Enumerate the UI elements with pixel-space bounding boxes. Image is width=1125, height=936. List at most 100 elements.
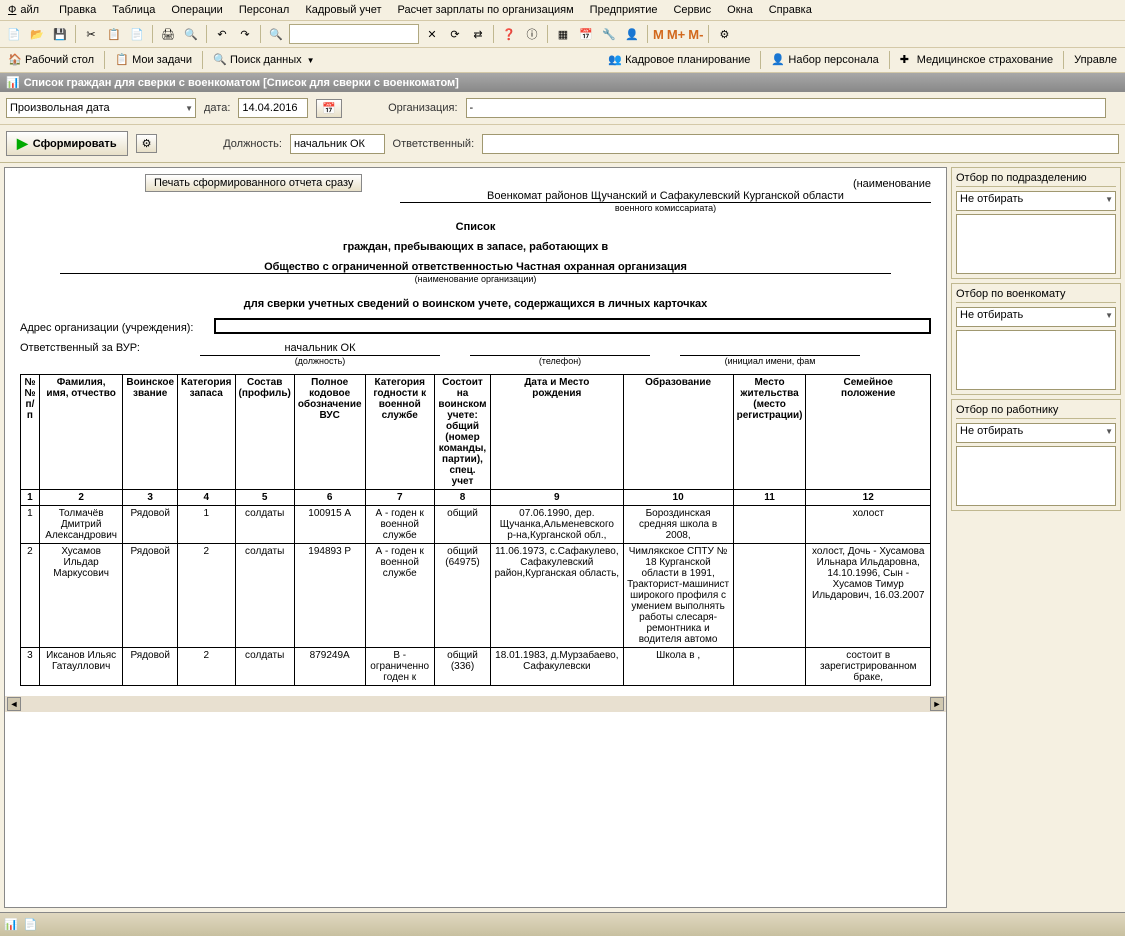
date-picker-icon[interactable]: 📅 <box>316 99 342 118</box>
filter-block-employee: Отбор по работнику Не отбирать <box>951 399 1121 511</box>
info-icon[interactable]: ⓘ <box>522 24 542 44</box>
col-number: 8 <box>434 490 490 506</box>
org-input[interactable]: - <box>466 98 1106 118</box>
resp-vur-label: Ответственный за ВУР: <box>20 342 170 354</box>
tasks-icon: 📋 <box>115 53 129 67</box>
col-number: 5 <box>235 490 294 506</box>
taskbar-item-2[interactable]: 📄 <box>24 918 38 931</box>
table-row: 2Хусамов Ильдар МаркусовичРядовой2солдат… <box>21 544 931 648</box>
scroll-left-icon[interactable]: ◄ <box>7 697 21 711</box>
new-icon[interactable]: 📄 <box>4 24 24 44</box>
tool-icon[interactable]: 🔧 <box>599 24 619 44</box>
menu-hr[interactable]: Кадровый учет <box>301 2 385 18</box>
close-search-icon[interactable]: ✕ <box>422 24 442 44</box>
menu-enterprise[interactable]: Предприятие <box>586 2 662 18</box>
number-row: 123456789101112 <box>21 490 931 506</box>
resp-name-sub: (инициал имени, фам <box>725 356 816 366</box>
preview-icon[interactable]: 🔍 <box>181 24 201 44</box>
menu-file[interactable]: Файл <box>4 2 47 18</box>
cell-rank: Рядовой <box>123 544 178 648</box>
menu-windows[interactable]: Окна <box>723 2 757 18</box>
col-number: 7 <box>365 490 434 506</box>
cell-rank: Рядовой <box>123 648 178 686</box>
cut-icon[interactable]: ✂ <box>81 24 101 44</box>
resp-input[interactable] <box>482 134 1119 154</box>
save-icon[interactable]: 💾 <box>50 24 70 44</box>
post-input[interactable]: начальник ОК <box>290 134 385 154</box>
user-icon[interactable]: 👤 <box>622 24 642 44</box>
resp-label: Ответственный: <box>393 138 475 150</box>
memory-mminus[interactable]: M- <box>688 27 703 42</box>
filter-title-3: Отбор по работнику <box>956 404 1116 419</box>
scroll-right-icon[interactable]: ► <box>930 697 944 711</box>
menu-table[interactable]: Таблица <box>108 2 159 18</box>
cell-fit: А - годен к военной службе <box>365 506 434 544</box>
menu-personnel[interactable]: Персонал <box>235 2 294 18</box>
cell-rank: Рядовой <box>123 506 178 544</box>
memory-m[interactable]: M <box>653 27 664 42</box>
zoom-icon[interactable]: 🔍 <box>266 24 286 44</box>
cell-n: 3 <box>21 648 40 686</box>
col-number: 4 <box>178 490 235 506</box>
col-header: Фамилия, имя, отчество <box>39 375 123 490</box>
cell-vus: 194893 Р <box>294 544 365 648</box>
zoom-combo[interactable] <box>289 24 419 44</box>
main-toolbar: 📄 📂 💾 ✂ 📋 📄 🖨 🔍 ↶ ↷ 🔍 ✕ ⟳ ⇄ ❓ ⓘ ▦ 📅 🔧 👤 … <box>0 21 1125 48</box>
copy-icon[interactable]: 📋 <box>104 24 124 44</box>
nav-icon[interactable]: ⇄ <box>468 24 488 44</box>
report-title-2: граждан, пребывающих в запасе, работающи… <box>20 241 931 253</box>
nav-search[interactable]: 🔍Поиск данных▼ <box>209 51 319 69</box>
print-icon[interactable]: 🖨 <box>158 24 178 44</box>
print-report-button[interactable]: Печать сформированного отчета сразу <box>145 174 362 192</box>
menu-edit[interactable]: Правка <box>55 2 100 18</box>
nav-manage[interactable]: Управле <box>1070 52 1121 68</box>
window-title: Список граждан для сверки с военкоматом … <box>24 77 459 89</box>
filter-combo-1[interactable]: Не отбирать <box>956 191 1116 211</box>
undo-icon[interactable]: ↶ <box>212 24 232 44</box>
nav-desktop[interactable]: 🏠Рабочий стол <box>4 51 98 69</box>
menu-help[interactable]: Справка <box>765 2 816 18</box>
date-input[interactable]: 14.04.2016 <box>238 98 308 118</box>
date-label: дата: <box>204 102 230 114</box>
filter-area-2[interactable] <box>956 330 1116 390</box>
form-button[interactable]: ▶Сформировать <box>6 131 128 156</box>
nav-planning[interactable]: 👥Кадровое планирование <box>604 51 754 69</box>
filter-combo-2[interactable]: Не отбирать <box>956 307 1116 327</box>
open-icon[interactable]: 📂 <box>27 24 47 44</box>
nav-tasks[interactable]: 📋Мои задачи <box>111 51 196 69</box>
side-panel: Отбор по подразделению Не отбирать Отбор… <box>951 167 1121 908</box>
filter-area-1[interactable] <box>956 214 1116 274</box>
settings-icon[interactable]: ⚙ <box>714 24 734 44</box>
refresh-icon[interactable]: ⟳ <box>445 24 465 44</box>
cell-fit: В - ограниченно годен к <box>365 648 434 686</box>
window-title-bar: 📊 Список граждан для сверки с военкомато… <box>0 73 1125 92</box>
cell-comp: солдаты <box>235 544 294 648</box>
redo-icon[interactable]: ↷ <box>235 24 255 44</box>
date-mode-combo[interactable]: Произвольная дата <box>6 98 196 118</box>
calc-icon[interactable]: ▦ <box>553 24 573 44</box>
window-icon: 📊 <box>6 76 20 89</box>
cell-birth: 18.01.1983, д.Мурзабаево, Сафакулевски <box>491 648 624 686</box>
addr-field <box>214 318 932 334</box>
taskbar-item[interactable]: 📊 <box>4 918 18 931</box>
config-button[interactable]: ⚙ <box>136 134 158 153</box>
help-icon[interactable]: ❓ <box>499 24 519 44</box>
menu-service[interactable]: Сервис <box>669 2 715 18</box>
menu-payroll[interactable]: Расчет зарплаты по организациям <box>394 2 578 18</box>
menu-ops[interactable]: Операции <box>167 2 226 18</box>
h-scrollbar[interactable]: ◄ ► <box>5 696 946 712</box>
paste-icon[interactable]: 📄 <box>127 24 147 44</box>
col-number: 1 <box>21 490 40 506</box>
nav-recruit[interactable]: 👤Набор персонала <box>767 51 882 69</box>
memory-mplus[interactable]: M+ <box>667 27 685 42</box>
cell-birth: 11.06.1973, с.Сафакулево, Сафакулевский … <box>491 544 624 648</box>
play-icon: ▶ <box>17 135 28 152</box>
filter-area-3[interactable] <box>956 446 1116 506</box>
nav-medical[interactable]: ✚Медицинское страхование <box>896 51 1057 69</box>
col-header: Категория запаса <box>178 375 235 490</box>
filter-combo-3[interactable]: Не отбирать <box>956 423 1116 443</box>
calendar-icon[interactable]: 📅 <box>576 24 596 44</box>
table-row: 3Иксанов Ильяс ГатаулловичРядовой2солдат… <box>21 648 931 686</box>
col-header: Образование <box>623 375 733 490</box>
addr-label: Адрес организации (учреждения): <box>20 322 194 334</box>
